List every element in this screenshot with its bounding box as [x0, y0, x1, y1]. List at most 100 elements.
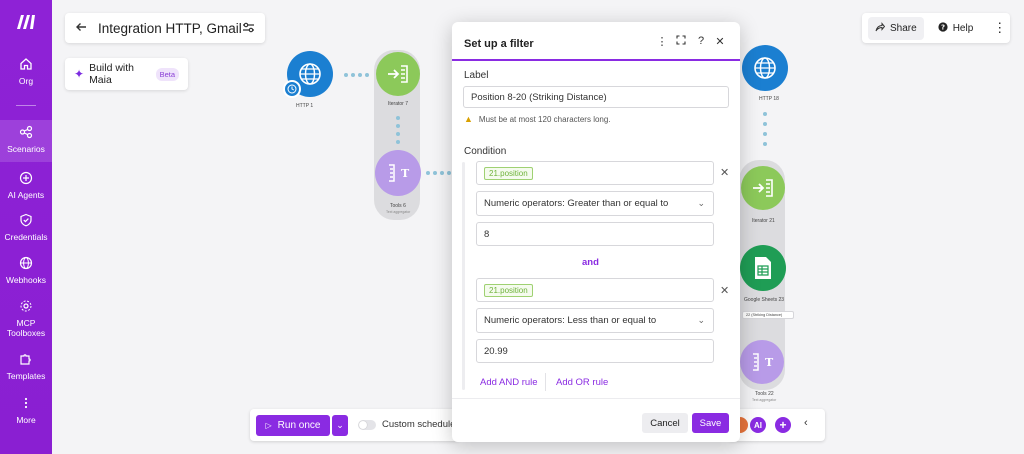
text-aggregator-icon: T: [389, 164, 410, 182]
connector-dot: [396, 132, 400, 136]
sidebar-item-org[interactable]: Org: [0, 56, 52, 86]
make-logo[interactable]: [15, 13, 37, 31]
rule-2-operator-select[interactable]: Numeric operators: Less than or equal to…: [476, 308, 714, 333]
node-label: Tools 6: [390, 203, 406, 209]
sidebar-item-templates[interactable]: Templates: [0, 351, 52, 381]
sidebar-item-more[interactable]: More: [0, 395, 52, 425]
ai-button[interactable]: AI: [750, 417, 766, 433]
help-icon: ?: [938, 21, 948, 35]
sidebar-item-label: AI Agents: [7, 190, 45, 200]
iterator-icon: [753, 179, 773, 197]
sidebar-item-credentials[interactable]: Credentials: [0, 212, 52, 242]
footer-divider: [452, 398, 740, 399]
share-nodes-icon: [18, 124, 34, 140]
node-label: Iterator 7: [388, 101, 409, 107]
sidebar-item-label: Scenarios: [7, 144, 45, 154]
share-label: Share: [890, 22, 917, 34]
rule-1-operator-select[interactable]: Numeric operators: Greater than or equal…: [476, 191, 714, 216]
help-label: Help: [952, 22, 974, 34]
connector-dot: [396, 124, 400, 128]
connector-dot: [433, 171, 437, 175]
beta-badge: Beta: [155, 67, 179, 81]
svg-text:T: T: [765, 356, 774, 369]
sidebar-item-label: Credentials: [4, 232, 48, 242]
sidebar-item-webhooks[interactable]: Webhooks: [0, 255, 52, 285]
run-once-label: Run once: [277, 420, 321, 431]
save-button[interactable]: Save: [692, 413, 729, 433]
tools-node[interactable]: T: [375, 150, 421, 196]
rule-1-value-input[interactable]: 8: [476, 222, 714, 246]
remove-rule-2-icon[interactable]: ✕: [720, 284, 729, 297]
tools-node-right[interactable]: T: [740, 340, 784, 384]
sidebar-item-scenarios[interactable]: Scenarios: [0, 124, 52, 154]
sheets-icon: [755, 257, 771, 279]
settings-sliders-icon[interactable]: [242, 21, 255, 35]
run-options-chevron-icon[interactable]: ⌄: [332, 415, 348, 436]
run-toolbar: ▷ Run once ⌄ Custom schedule: [250, 409, 460, 441]
sidebar-item-label: More: [16, 415, 36, 425]
sidebar-item-label: Org: [18, 76, 34, 86]
remove-rule-1-icon[interactable]: ✕: [720, 166, 729, 179]
clock-badge-icon: [283, 80, 301, 98]
share-icon: [875, 21, 886, 35]
iterator-node-right[interactable]: [741, 166, 785, 210]
chevron-down-icon: ⌄: [697, 198, 705, 208]
add-module-icon[interactable]: +: [775, 417, 791, 433]
scenario-title-bar: Integration HTTP, Gmail: [65, 13, 265, 43]
condition-heading: Condition: [464, 146, 507, 157]
node-label: Google Sheets 23: [744, 297, 785, 303]
sidebar-item-label: Webhooks: [5, 275, 46, 285]
label-input[interactable]: Position 8-20 (Striking Distance): [463, 86, 729, 108]
build-with-maia-button[interactable]: ✦ Build with Maia Beta: [65, 58, 188, 90]
warning-icon: ▲: [464, 114, 473, 124]
close-icon[interactable]: ✕: [713, 35, 727, 48]
sidebar: Org Scenarios AI Agents Credentials Webh…: [0, 0, 52, 454]
sidebar-item-mcp-toolboxes[interactable]: MCP Toolboxes: [0, 298, 52, 338]
operator-value: Numeric operators: Less than or equal to: [484, 315, 657, 326]
help-question-icon[interactable]: ?: [694, 35, 708, 47]
kebab-menu-icon[interactable]: ⋮: [655, 35, 669, 48]
connector-dot: [344, 73, 348, 77]
help-button[interactable]: ? Help: [938, 21, 974, 35]
condition-group-bar: [462, 162, 465, 390]
iterator-icon: [388, 65, 408, 83]
schedule-toggle[interactable]: [358, 420, 376, 430]
collapse-chevron-icon[interactable]: ‹: [804, 417, 808, 429]
expand-icon[interactable]: [674, 35, 688, 48]
sidebar-item-label: MCP Toolboxes: [6, 318, 46, 338]
dialog-title: Set up a filter: [464, 38, 534, 50]
cancel-button[interactable]: Cancel: [642, 413, 688, 433]
node-label: HTTP 18: [759, 96, 779, 102]
sidebar-divider: [16, 105, 36, 106]
add-and-rule-link[interactable]: Add AND rule: [480, 377, 538, 388]
mcp-icon: [18, 298, 34, 314]
run-once-button[interactable]: ▷ Run once: [256, 415, 330, 436]
iterator-node[interactable]: [376, 52, 420, 96]
sparkle-icon: ✦: [74, 67, 85, 81]
globe-icon: [299, 63, 321, 85]
share-button[interactable]: Share: [868, 16, 924, 40]
chevron-down-icon: ⌄: [697, 315, 705, 325]
rule-2-value-input[interactable]: 20.99: [476, 339, 714, 363]
puzzle-icon: [18, 351, 34, 367]
svg-text:T: T: [401, 167, 410, 180]
back-arrow-icon[interactable]: [75, 20, 94, 36]
more-options-icon[interactable]: ⋮: [993, 20, 1006, 36]
rule-2-field-input[interactable]: 21.position: [476, 278, 714, 302]
sidebar-item-ai-agents[interactable]: AI Agents: [0, 170, 52, 200]
custom-schedule-label[interactable]: Custom schedule: [382, 419, 455, 430]
google-sheets-node[interactable]: [740, 245, 786, 291]
and-separator: and: [582, 257, 599, 268]
connector-dot: [426, 171, 430, 175]
rule-link-divider: [545, 373, 546, 391]
add-or-rule-link[interactable]: Add OR rule: [556, 377, 608, 388]
shield-icon: [18, 212, 34, 228]
connector-dot: [763, 122, 767, 126]
rule-1-field-input[interactable]: 21.position: [476, 161, 714, 185]
connector-dot: [440, 171, 444, 175]
scenario-title[interactable]: Integration HTTP, Gmail: [98, 21, 242, 36]
filter-label-tag[interactable]: 22 (Striking Distance): [742, 311, 794, 319]
play-icon: ▷: [265, 421, 272, 430]
http-node-right[interactable]: [742, 45, 788, 91]
sidebar-item-label: Templates: [6, 371, 46, 381]
